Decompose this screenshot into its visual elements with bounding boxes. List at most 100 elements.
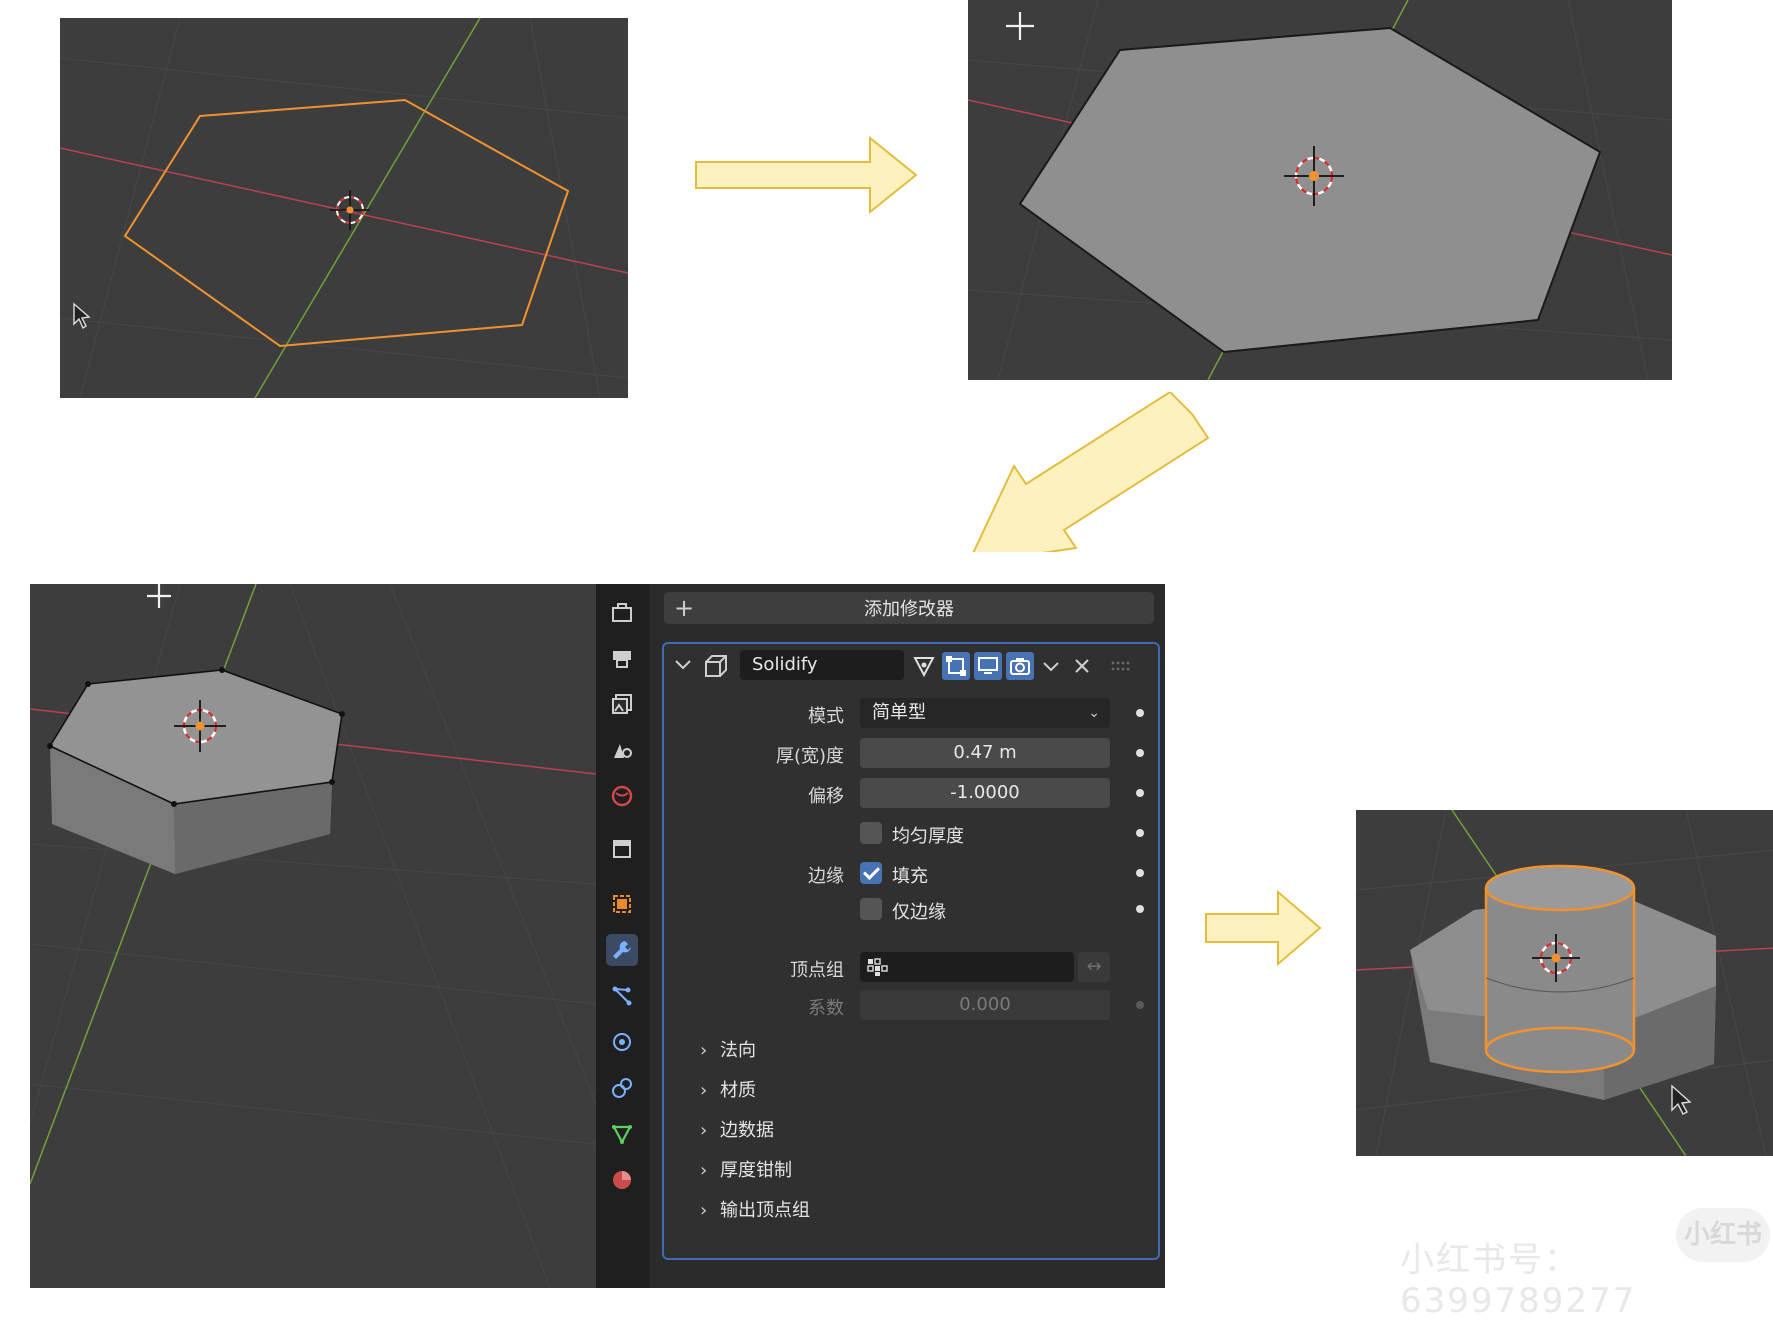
viewport-solidified-hexagon-scene <box>30 584 596 1288</box>
tab-material[interactable] <box>606 1164 638 1196</box>
chevron-right-icon: › <box>700 1200 708 1221</box>
collapse-chevron-down-icon[interactable] <box>674 658 692 672</box>
thickness-row: 厚(宽)度 0.47 m <box>664 738 1158 770</box>
keyframe-dot-icon[interactable] <box>1136 869 1144 877</box>
viewport-display-toggle[interactable] <box>974 652 1002 680</box>
toolbox-icon <box>612 603 632 622</box>
chevron-right-icon: › <box>700 1160 708 1181</box>
drag-handle-icon[interactable] <box>1110 660 1130 672</box>
arrow-down-left-icon <box>972 392 1210 552</box>
world-icon <box>611 785 633 807</box>
section-output-vertex-groups-label: 输出顶点组 <box>720 1200 810 1221</box>
tab-object[interactable] <box>606 888 638 920</box>
add-modifier-button[interactable]: + 添加修改器 <box>664 592 1154 624</box>
plus-icon: + <box>674 594 695 622</box>
viewport-hexagon-outline[interactable] <box>60 18 628 398</box>
material-icon <box>613 1171 631 1189</box>
tab-modifiers[interactable] <box>606 934 638 966</box>
properties-editor: + 添加修改器 Solidify 模式 简单型 ⌄ 厚(宽)度 0.47 m 偏… <box>596 584 1165 1288</box>
viewport-solidified-hexagon[interactable] <box>30 584 596 1288</box>
factor-row: 系数 0.000 <box>664 990 1158 1022</box>
vertex-group-field[interactable] <box>860 952 1074 982</box>
monitor-icon <box>978 657 998 674</box>
viewport-hexagon-with-cylinder[interactable] <box>1356 810 1773 1156</box>
rim-only-checkbox[interactable] <box>860 898 882 920</box>
section-output-vertex-groups[interactable]: › 输出顶点组 <box>700 1196 810 1226</box>
chevron-down-icon: ⌄ <box>1088 705 1100 721</box>
cylinder-body[interactable] <box>1486 888 1634 1050</box>
tab-constraints[interactable] <box>606 1072 638 1104</box>
edit-mode-toggle[interactable] <box>942 652 970 680</box>
mode-value: 简单型 <box>872 702 926 723</box>
offset-label: 偏移 <box>808 786 844 807</box>
tab-particles[interactable] <box>606 980 638 1012</box>
even-thickness-checkbox[interactable] <box>860 822 882 844</box>
section-materials[interactable]: › 材质 <box>700 1076 756 1106</box>
factor-field[interactable]: 0.000 <box>860 990 1110 1020</box>
tab-view-layer[interactable] <box>606 734 638 766</box>
tab-output[interactable] <box>606 688 638 720</box>
vertex-group-icon <box>867 958 888 976</box>
thickness-field[interactable]: 0.47 m <box>860 738 1110 768</box>
edit-mode-icon <box>946 656 966 676</box>
crosshair-plus-icon <box>1006 12 1034 40</box>
add-modifier-label: 添加修改器 <box>864 599 954 620</box>
keyframe-dot-icon[interactable] <box>1136 1001 1144 1009</box>
render-toggle[interactable] <box>1006 652 1034 680</box>
tab-collection[interactable] <box>606 832 638 864</box>
mouse-cursor-icon <box>1671 1084 1692 1115</box>
tab-render[interactable] <box>606 642 638 674</box>
viewport-hexagon-filled-scene <box>968 0 1672 380</box>
rim-label: 边缘 <box>808 866 844 887</box>
properties-tab-column <box>596 584 650 1288</box>
mesh-data-icon <box>612 1125 632 1145</box>
fill-checkbox[interactable] <box>860 862 882 884</box>
viewport-hexagon-outline-scene <box>60 18 628 398</box>
arrow-right-icon <box>695 135 918 215</box>
rim-fill-row: 边缘 填充 <box>664 858 1158 890</box>
modifier-header: Solidify <box>664 644 1158 688</box>
keyframe-dot-icon[interactable] <box>1136 749 1144 757</box>
edit-cage-toggle[interactable] <box>910 652 938 680</box>
section-thickness-clamp-label: 厚度钳制 <box>720 1160 792 1181</box>
even-thickness-label: 均匀厚度 <box>892 826 964 847</box>
printer-icon <box>613 651 631 668</box>
keyframe-dot-icon[interactable] <box>1136 829 1144 837</box>
modifier-name-field[interactable]: Solidify <box>740 650 904 680</box>
tab-physics[interactable] <box>606 1026 638 1058</box>
viewport-hexagon-with-cylinder-scene <box>1356 810 1773 1156</box>
rim-only-label: 仅边缘 <box>892 902 946 923</box>
scene-icon <box>614 744 632 758</box>
particles-icon <box>612 986 632 1006</box>
keyframe-dot-icon[interactable] <box>1136 709 1144 717</box>
y-axis-line <box>254 18 481 398</box>
invert-vertex-group-button[interactable]: ↔ <box>1078 952 1110 982</box>
cylinder-top[interactable] <box>1484 864 1636 912</box>
thickness-label: 厚(宽)度 <box>775 746 844 767</box>
tab-tool[interactable] <box>606 596 638 628</box>
section-thickness-clamp[interactable]: › 厚度钳制 <box>700 1156 792 1186</box>
solidify-modifier-panel: Solidify 模式 简单型 ⌄ 厚(宽)度 0.47 m 偏移 -1.000… <box>662 642 1160 1260</box>
section-edge-data-label: 边数据 <box>720 1120 774 1141</box>
physics-icon <box>613 1033 631 1051</box>
offset-field[interactable]: -1.0000 <box>860 778 1110 808</box>
tab-world[interactable] <box>606 780 638 812</box>
3d-cursor-icon <box>330 190 370 230</box>
hexagon-face[interactable] <box>1018 26 1602 354</box>
viewport-hexagon-filled[interactable] <box>968 0 1672 380</box>
mode-select[interactable]: 简单型 ⌄ <box>860 698 1110 728</box>
section-normals[interactable]: › 法向 <box>700 1036 756 1066</box>
image-stack-icon <box>612 694 632 714</box>
object-icon <box>613 895 631 913</box>
close-icon[interactable] <box>1074 658 1090 674</box>
even-thickness-row: 均匀厚度 <box>664 818 1158 850</box>
factor-label: 系数 <box>808 998 844 1019</box>
keyframe-dot-icon[interactable] <box>1136 789 1144 797</box>
dropdown-chevron-down-icon[interactable] <box>1042 660 1060 674</box>
tab-data[interactable] <box>606 1118 638 1150</box>
section-edge-data[interactable]: › 边数据 <box>700 1116 774 1146</box>
section-materials-label: 材质 <box>720 1080 756 1101</box>
chevron-right-icon: › <box>700 1080 708 1101</box>
rim-only-row: 仅边缘 <box>664 894 1158 926</box>
keyframe-dot-icon[interactable] <box>1136 905 1144 913</box>
